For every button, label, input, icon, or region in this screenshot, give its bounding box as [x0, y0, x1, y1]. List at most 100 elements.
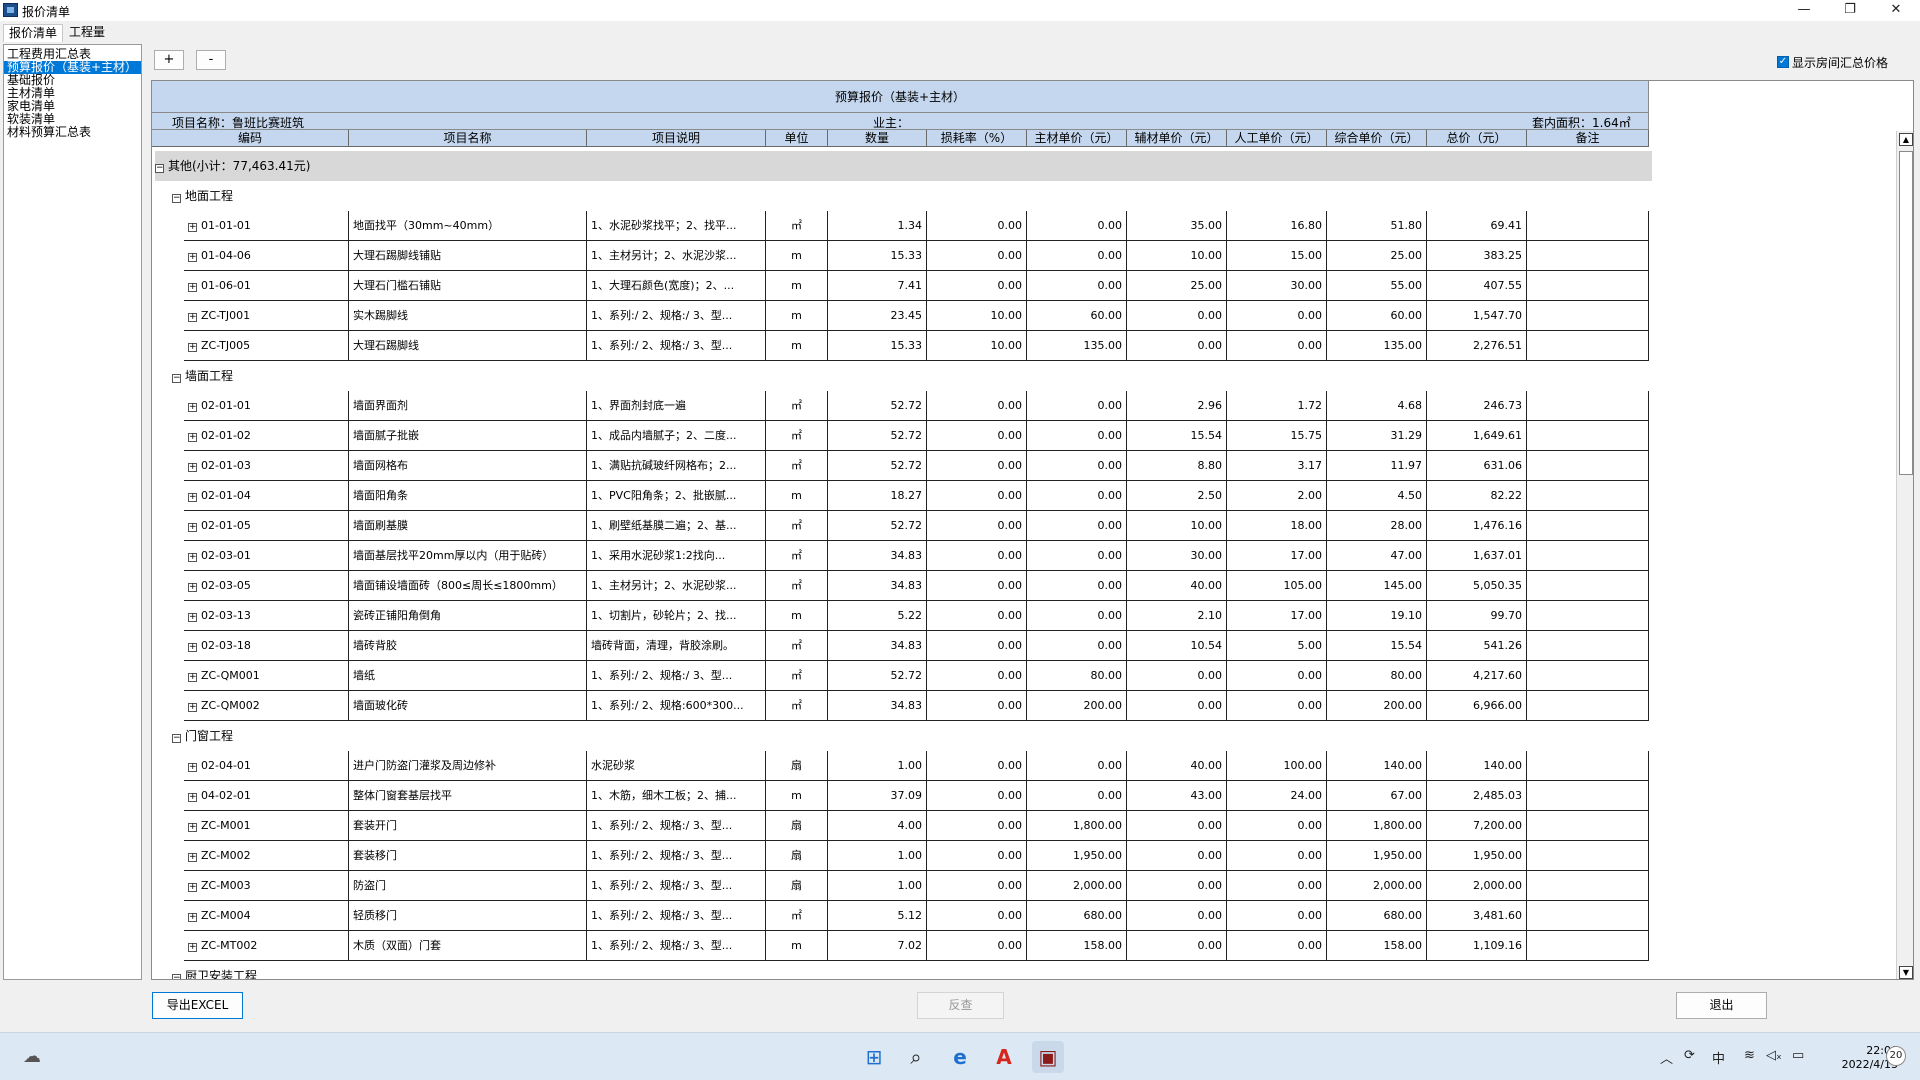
cell-code-text: ZC-M004 [201, 909, 251, 922]
collapse-toggle-icon[interactable]: − [172, 374, 181, 383]
expand-toggle-icon[interactable]: + [188, 403, 197, 412]
wifi-icon[interactable]: ≋ [1744, 1048, 1755, 1063]
group-header-row[interactable]: − 墙面工程 [172, 361, 1649, 391]
collapse-toggle-icon[interactable]: − [155, 164, 164, 173]
scroll-up-icon[interactable]: ▲ [1899, 133, 1913, 146]
table-row[interactable]: +02-03-01 墙面基层找平20mm厚以内（用于贴砖） 1、采用水泥砂浆1:2找… [152, 541, 1649, 571]
cell-loss: 0.00 [927, 661, 1027, 691]
weather-icon[interactable]: ☁ [16, 1041, 48, 1073]
expand-toggle-icon[interactable]: + [188, 433, 197, 442]
review-button[interactable]: 反查 [917, 992, 1004, 1019]
collapse-toggle-icon[interactable]: − [172, 734, 181, 743]
expand-toggle-icon[interactable]: + [188, 253, 197, 262]
table-row[interactable]: +01-06-01 大理石门槛石铺贴 1、大理石颜色(宽度)；2、... m 7.41 0… [152, 271, 1649, 301]
table-row[interactable]: +02-03-13 瓷砖正铺阳角倒角 1、切割片，砂轮片；2、找... m 5.22 0.… [152, 601, 1649, 631]
export-excel-button[interactable]: 导出EXCEL [152, 992, 243, 1019]
table-row[interactable]: + ZC-QM002 墙面玻化砖 1、系列:/ 2、规格:600*300... ㎡ 34.… [152, 691, 1649, 721]
expand-toggle-icon[interactable]: + [188, 583, 197, 592]
table-row[interactable]: +02-01-04 墙面阳角条 1、PVC阳角条；2、批嵌腻... m 18.27 0.0… [152, 481, 1649, 511]
cell-desc: 1、系列:/ 2、规格:/ 3、型... [587, 811, 766, 841]
expand-toggle-icon[interactable]: + [188, 763, 197, 772]
table-row[interactable]: +02-03-18 墙砖背胶 墙砖背面，清理，背胶涂刷。㎡ 34.83 0.00 0.00… [152, 631, 1649, 661]
table-row[interactable]: +01-04-06 大理石踢脚线铺贴 1、主材另计；2、水泥沙浆... m 15.33 0… [152, 241, 1649, 271]
search-icon[interactable]: ⌕ [900, 1041, 932, 1073]
expand-toggle-icon[interactable]: + [188, 613, 197, 622]
cell-loss: 0.00 [927, 811, 1027, 841]
expand-toggle-icon[interactable]: + [188, 943, 197, 952]
cell-remark [1527, 901, 1649, 931]
checkbox-checked-icon[interactable]: ✓ [1777, 56, 1789, 68]
cell-remark [1527, 511, 1649, 541]
cell-unit-total: 31.29 [1327, 421, 1427, 451]
sidebar-item-material-budget[interactable]: 材料预算汇总表 [4, 126, 141, 139]
expand-toggle-icon[interactable]: + [188, 853, 197, 862]
cell-labor-price: 16.80 [1227, 211, 1327, 241]
volume-icon[interactable]: ◁ₓ [1766, 1048, 1782, 1063]
tab-quantity[interactable]: 工程量 [64, 24, 110, 42]
collapse-button[interactable]: - [196, 50, 226, 70]
expand-toggle-icon[interactable]: + [188, 343, 197, 352]
table-row[interactable]: + ZC-M001 套装开门 1、系列:/ 2、规格:/ 3、型... 扇 4.00 0.0… [152, 811, 1649, 841]
ime-indicator[interactable]: 中 [1712, 1048, 1725, 1067]
scroll-thumb[interactable] [1899, 151, 1913, 475]
group-header-row[interactable]: − 门窗工程 [172, 721, 1649, 751]
expand-toggle-icon[interactable]: + [188, 673, 197, 682]
expand-toggle-icon[interactable]: + [188, 493, 197, 502]
expand-toggle-icon[interactable]: + [188, 313, 197, 322]
sync-icon[interactable]: ⟳ [1684, 1048, 1695, 1063]
maximize-button[interactable]: ❐ [1827, 0, 1873, 21]
table-row[interactable]: +02-01-02 墙面腻子批嵌 1、成品内墙腻子；2、二度... ㎡ 52.72 0.0… [152, 421, 1649, 451]
expand-toggle-icon[interactable]: + [188, 463, 197, 472]
notification-badge[interactable]: 20 [1886, 1046, 1906, 1066]
table-row[interactable]: + ZC-QM001 墙纸 1、系列:/ 2、规格:/ 3、型... ㎡ 52.72 0.0… [152, 661, 1649, 691]
table-row[interactable]: +02-04-01 进户门防盗门灌浆及周边修补 水泥砂浆扇 1.00 0.00 0.00 4… [152, 751, 1649, 781]
expand-toggle-icon[interactable]: + [188, 823, 197, 832]
start-icon[interactable]: ⊞ [858, 1041, 890, 1073]
expand-toggle-icon[interactable]: + [188, 913, 197, 922]
expand-toggle-icon[interactable]: + [188, 643, 197, 652]
table-row[interactable]: +04-02-01 整体门窗套基层找平 1、木筋，细木工板；2、捕... m 37.09… [152, 781, 1649, 811]
close-button[interactable]: ✕ [1873, 0, 1919, 21]
group-header-row[interactable]: − 地面工程 [172, 181, 1649, 211]
cell-remark [1527, 781, 1649, 811]
minimize-button[interactable]: — [1781, 0, 1827, 21]
autocad-icon[interactable]: A [988, 1041, 1020, 1073]
expand-toggle-icon[interactable]: + [188, 703, 197, 712]
table-row[interactable]: +02-01-01 墙面界面剂 1、界面剂封底一遍㎡ 52.72 0.00 0.00 2.9… [152, 391, 1649, 421]
battery-icon[interactable]: ▭ [1792, 1048, 1804, 1063]
cell-unit-total: 47.00 [1327, 541, 1427, 571]
exit-button[interactable]: 退出 [1676, 992, 1767, 1019]
tray-chevron-icon[interactable]: ︿ [1660, 1048, 1673, 1067]
show-room-total-checkbox[interactable]: ✓ 显示房间汇总价格 [1777, 54, 1888, 70]
expand-toggle-icon[interactable]: + [188, 223, 197, 232]
table-row[interactable]: + ZC-TJ005 大理石踢脚线 1、系列:/ 2、规格:/ 3、型... m 15.3… [152, 331, 1649, 361]
expand-toggle-icon[interactable]: + [188, 553, 197, 562]
cell-labor-price: 18.00 [1227, 511, 1327, 541]
table-row[interactable]: + ZC-TJ001 实木踢脚线 1、系列:/ 2、规格:/ 3、型... m 23.45… [152, 301, 1649, 331]
table-row[interactable]: +01-01-01 地面找平（30mm~40mm） 1、水泥砂浆找平；2、找平...… [152, 211, 1649, 241]
scroll-down-icon[interactable]: ▼ [1899, 966, 1913, 979]
vertical-scrollbar[interactable]: ▲ ▼ [1896, 131, 1913, 979]
cell-aux-price: 10.54 [1127, 631, 1227, 661]
expand-toggle-icon[interactable]: + [188, 883, 197, 892]
expand-toggle-icon[interactable]: + [188, 793, 197, 802]
table-row[interactable]: + ZC-M004 轻质移门 1、系列:/ 2、规格:/ 3、型... ㎡ 5.12 0.0… [152, 901, 1649, 931]
expand-toggle-icon[interactable]: + [188, 283, 197, 292]
group-header-row[interactable]: − 厨卫安装工程 [172, 961, 1649, 979]
cell-remark [1527, 661, 1649, 691]
table-row[interactable]: +02-03-05 墙面铺设墙面砖（800≤周长≤1800mm） 1、主材另计；2、… [152, 571, 1649, 601]
edge-browser-icon[interactable]: e [944, 1041, 976, 1073]
expand-toggle-icon[interactable]: + [188, 523, 197, 532]
table-row[interactable]: +02-01-05 墙面刷基膜 1、刷壁纸基膜二遍；2、基... ㎡ 52.72 0.00… [152, 511, 1649, 541]
table-row[interactable]: + ZC-MT002 木质（双面）门套 1、系列:/ 2、规格:/ 3、型... m 7.… [152, 931, 1649, 961]
table-row[interactable]: + ZC-M003 防盗门 1、系列:/ 2、规格:/ 3、型... 扇 1.00 0.00… [152, 871, 1649, 901]
collapse-toggle-icon[interactable]: − [172, 974, 181, 979]
cell-qty: 1.00 [828, 871, 927, 901]
table-row[interactable]: + ZC-M002 套装移门 1、系列:/ 2、规格:/ 3、型... 扇 1.00 0.0… [152, 841, 1649, 871]
expand-button[interactable]: + [154, 50, 184, 70]
table-row[interactable]: +02-01-03 墙面网格布 1、满贴抗碱玻纤网格布；2... ㎡ 52.72 0.00… [152, 451, 1649, 481]
group-subtotal-row[interactable]: − 其他(小计：77,463.41元) [155, 151, 1652, 181]
collapse-toggle-icon[interactable]: − [172, 194, 181, 203]
tab-quote-list[interactable]: 报价清单 [3, 24, 64, 42]
quote-app-icon[interactable]: ▣ [1032, 1041, 1064, 1073]
